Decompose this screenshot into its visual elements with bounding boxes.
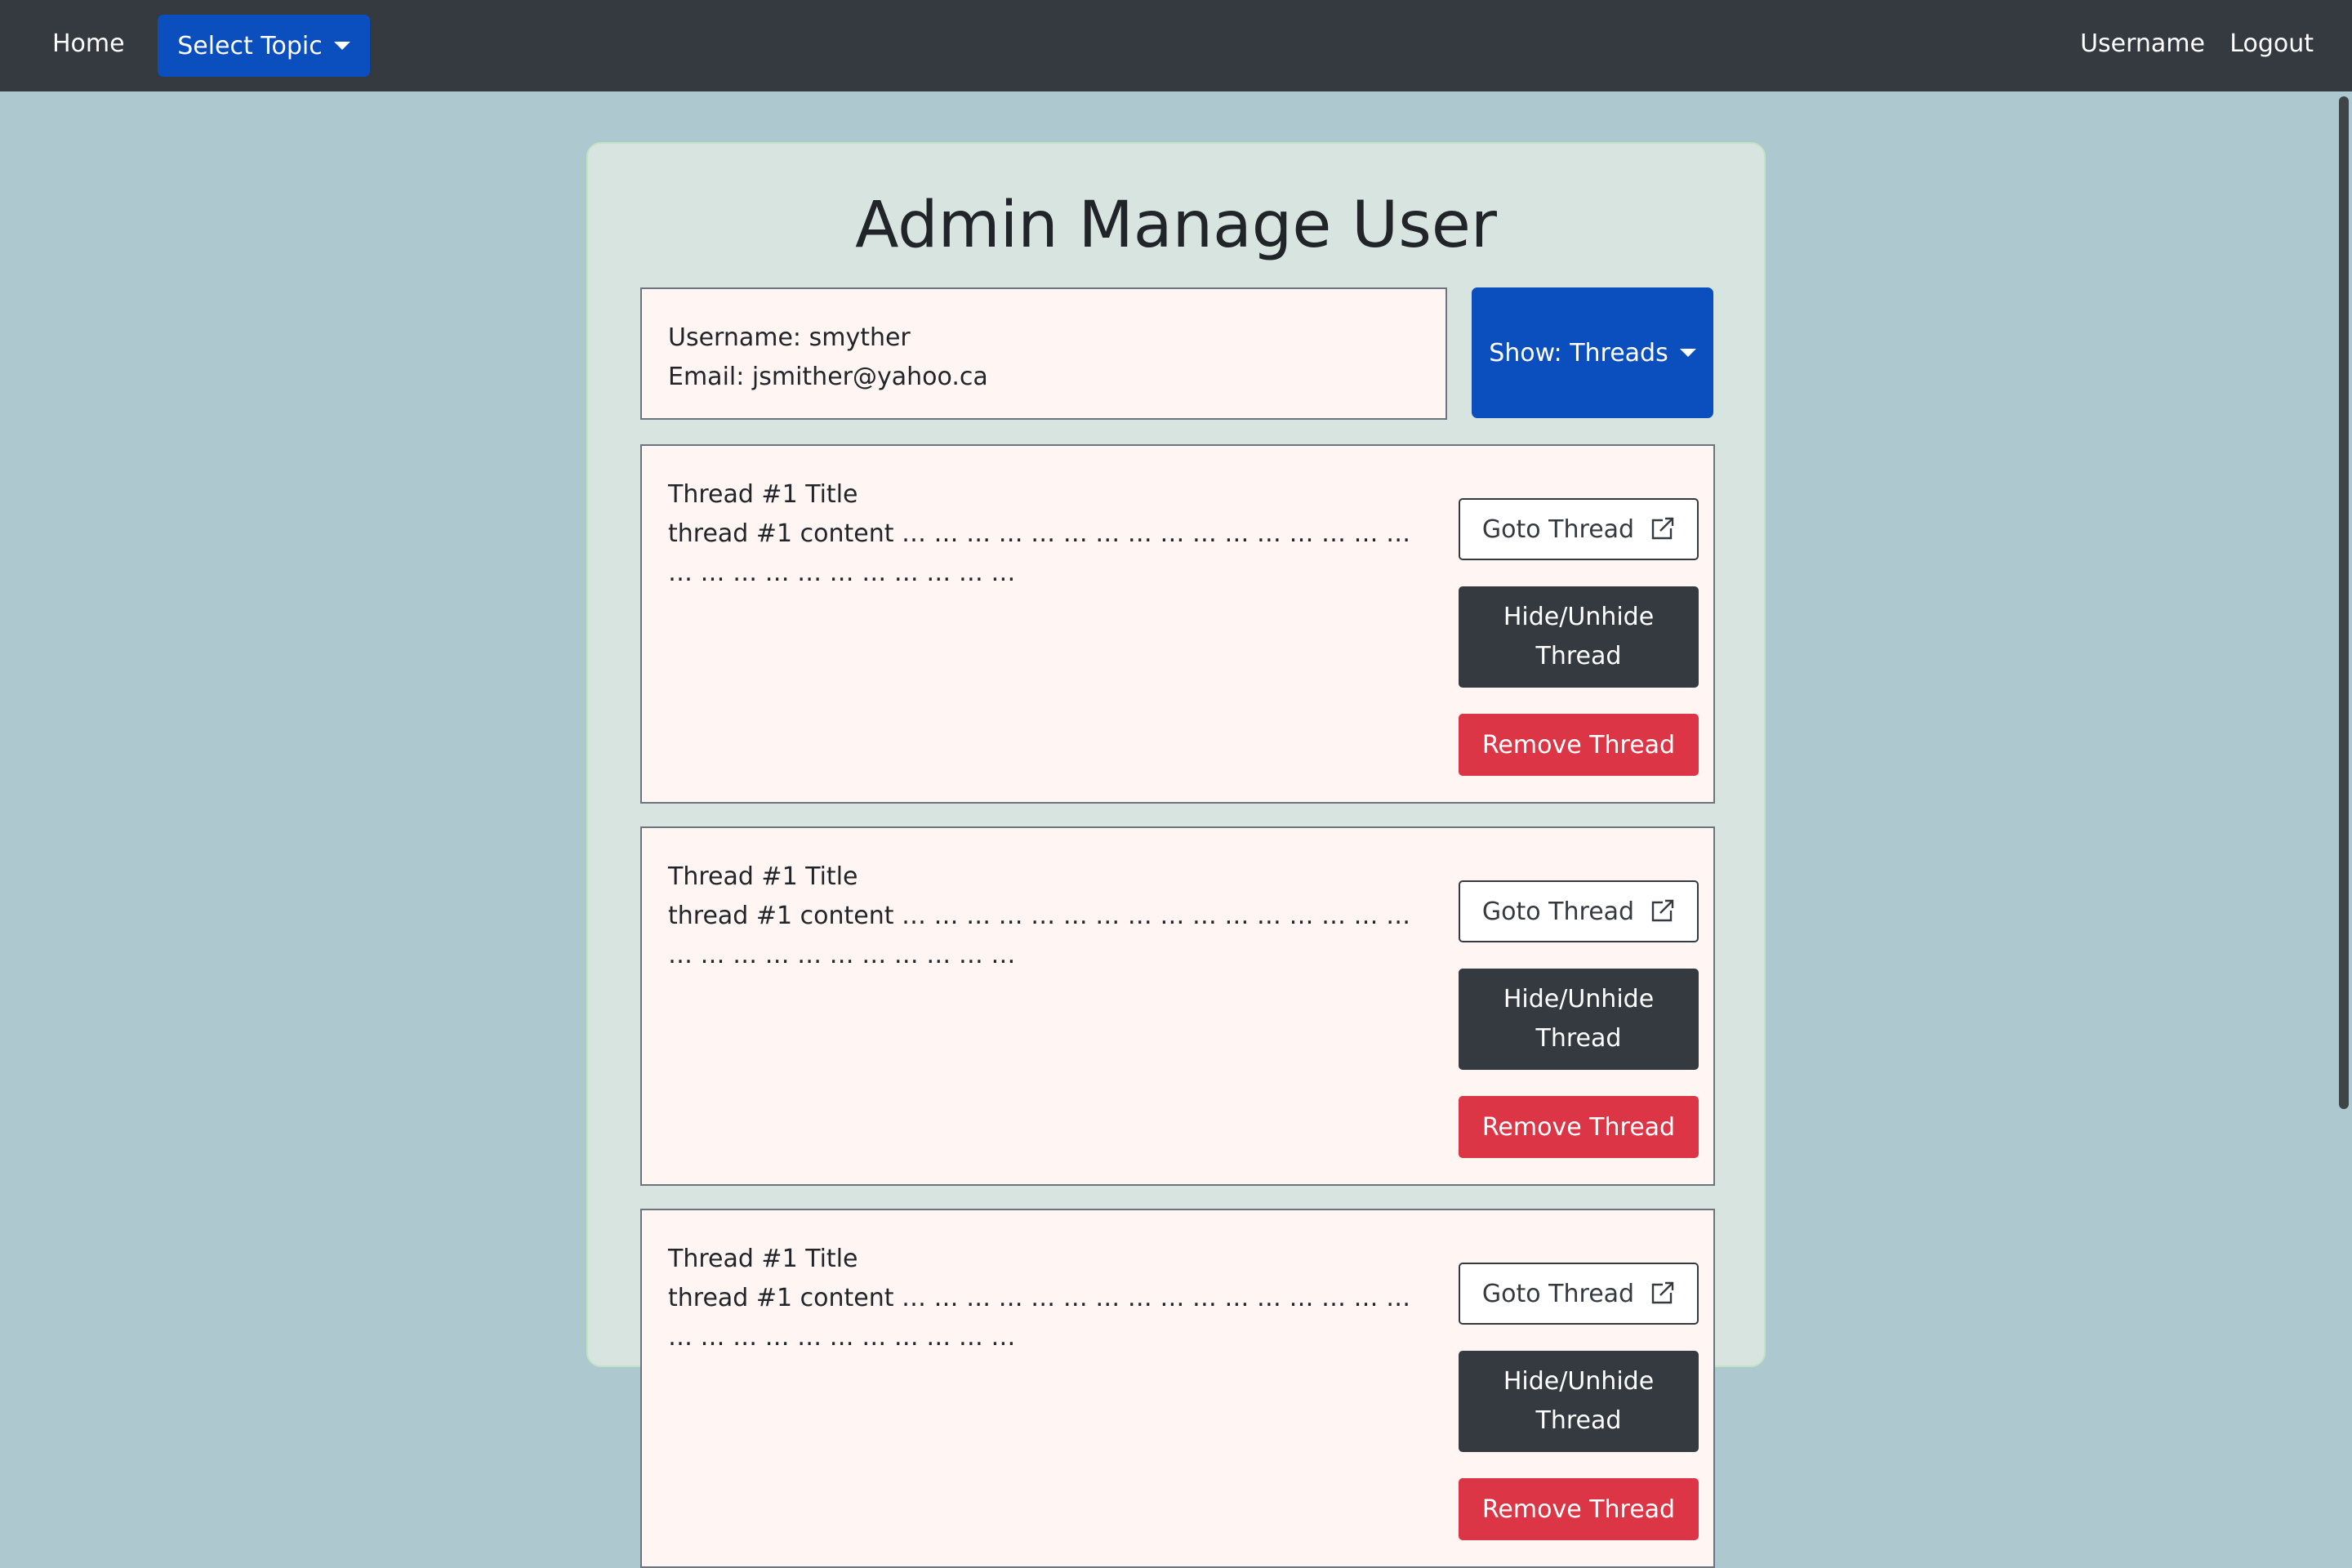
- top-navbar: Home Select Topic Username Logout: [0, 0, 2352, 91]
- thread-card: Thread #1 Title thread #1 content … … … …: [640, 826, 1715, 1186]
- nav-logout-link[interactable]: Logout: [2230, 29, 2314, 58]
- show-filter-dropdown[interactable]: Show: Threads: [1472, 287, 1713, 418]
- hide-unhide-thread-button[interactable]: Hide/Unhide Thread: [1459, 1351, 1699, 1452]
- external-link-icon: [1651, 899, 1674, 922]
- hide-unhide-thread-button[interactable]: Hide/Unhide Thread: [1459, 586, 1699, 688]
- thread-card: Thread #1 Title thread #1 content … … … …: [640, 444, 1715, 804]
- email-label: Email:: [668, 363, 745, 391]
- thread-title: Thread #1 Title: [668, 480, 858, 509]
- caret-down-icon: [1679, 349, 1696, 357]
- caret-down-icon: [333, 42, 350, 50]
- goto-thread-button[interactable]: Goto Thread: [1459, 880, 1699, 942]
- username-label: Username:: [668, 323, 802, 352]
- thread-content: thread #1 content … … … … … … … … … … … …: [668, 902, 1411, 969]
- show-filter-label: Show: Threads: [1489, 338, 1668, 368]
- thread-text: Thread #1 Title thread #1 content … … … …: [668, 1240, 1436, 1357]
- thread-content: thread #1 content … … … … … … … … … … … …: [668, 519, 1411, 587]
- thread-content: thread #1 content … … … … … … … … … … … …: [668, 1284, 1411, 1352]
- scrollbar-thumb[interactable]: [2339, 96, 2349, 1109]
- page-title: Admin Manage User: [855, 189, 1497, 262]
- select-topic-label: Select Topic: [177, 31, 323, 60]
- hide-unhide-thread-button[interactable]: Hide/Unhide Thread: [1459, 969, 1699, 1070]
- external-link-icon: [1651, 1281, 1674, 1304]
- external-link-icon: [1651, 517, 1674, 540]
- email-row: Email: jsmither@yahoo.ca: [668, 358, 1419, 397]
- thread-title: Thread #1 Title: [668, 1245, 858, 1273]
- goto-thread-button[interactable]: Goto Thread: [1459, 1263, 1699, 1325]
- remove-thread-button[interactable]: Remove Thread: [1459, 1096, 1699, 1158]
- username-row: Username: smyther: [668, 318, 1419, 358]
- thread-card: Thread #1 Title thread #1 content … … … …: [640, 1209, 1715, 1568]
- select-topic-dropdown[interactable]: Select Topic: [158, 15, 370, 77]
- nav-home-link[interactable]: Home: [52, 29, 125, 58]
- email-value: jsmither@yahoo.ca: [751, 363, 988, 391]
- goto-thread-label: Goto Thread: [1481, 514, 1635, 544]
- admin-panel: Admin Manage User Username: smyther Emai…: [586, 142, 1766, 1568]
- username-value: smyther: [808, 323, 911, 352]
- remove-thread-button[interactable]: Remove Thread: [1459, 714, 1699, 776]
- user-info-box: Username: smyther Email: jsmither@yahoo.…: [640, 287, 1447, 420]
- goto-thread-button[interactable]: Goto Thread: [1459, 498, 1699, 560]
- thread-text: Thread #1 Title thread #1 content … … … …: [668, 475, 1436, 593]
- goto-thread-label: Goto Thread: [1481, 1279, 1635, 1308]
- thread-text: Thread #1 Title thread #1 content … … … …: [668, 858, 1436, 975]
- remove-thread-button[interactable]: Remove Thread: [1459, 1478, 1699, 1540]
- nav-username-link[interactable]: Username: [2080, 29, 2205, 58]
- goto-thread-label: Goto Thread: [1481, 897, 1635, 926]
- thread-title: Thread #1 Title: [668, 862, 858, 891]
